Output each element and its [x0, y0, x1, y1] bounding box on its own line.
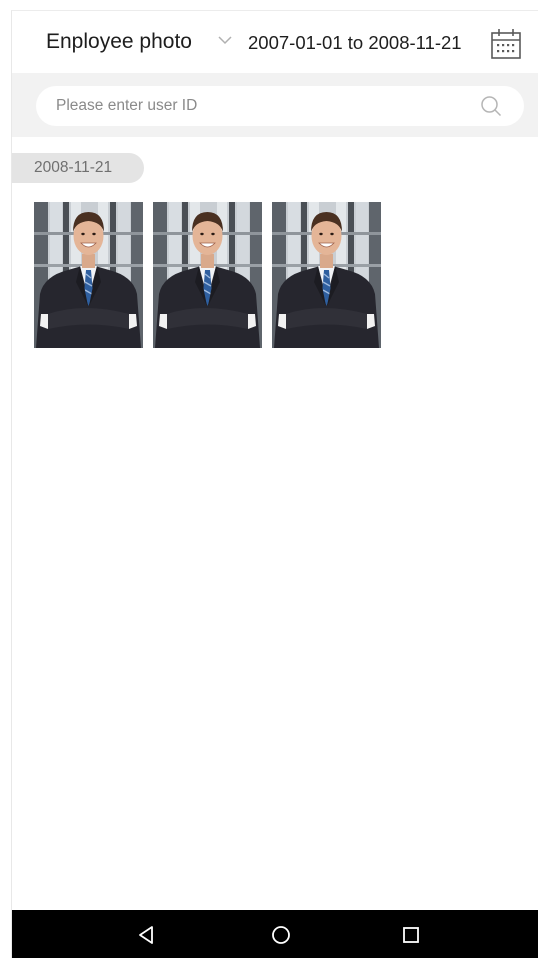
photo-category-dropdown[interactable]: Enployee photo	[46, 30, 192, 54]
date-group-label: 2008-11-21	[12, 153, 144, 183]
screen: Enployee photo 2007-01-01 to 2008-11-21	[11, 10, 538, 958]
chevron-down-icon[interactable]	[217, 33, 233, 47]
recents-square-icon[interactable]	[399, 923, 423, 947]
employee-photo[interactable]	[272, 202, 381, 348]
employee-photo[interactable]	[34, 202, 143, 348]
calendar-icon[interactable]	[489, 27, 523, 61]
header: Enployee photo 2007-01-01 to 2008-11-21	[12, 11, 538, 73]
home-circle-icon[interactable]	[269, 923, 293, 947]
employee-photo[interactable]	[153, 202, 262, 348]
user-id-search-input[interactable]	[56, 86, 456, 126]
system-nav-bar	[12, 910, 538, 958]
search-box[interactable]	[36, 86, 524, 126]
search-icon[interactable]	[480, 95, 502, 117]
search-bar	[12, 73, 538, 137]
date-range-label[interactable]: 2007-01-01 to 2008-11-21	[248, 32, 462, 54]
back-triangle-icon[interactable]	[135, 923, 159, 947]
